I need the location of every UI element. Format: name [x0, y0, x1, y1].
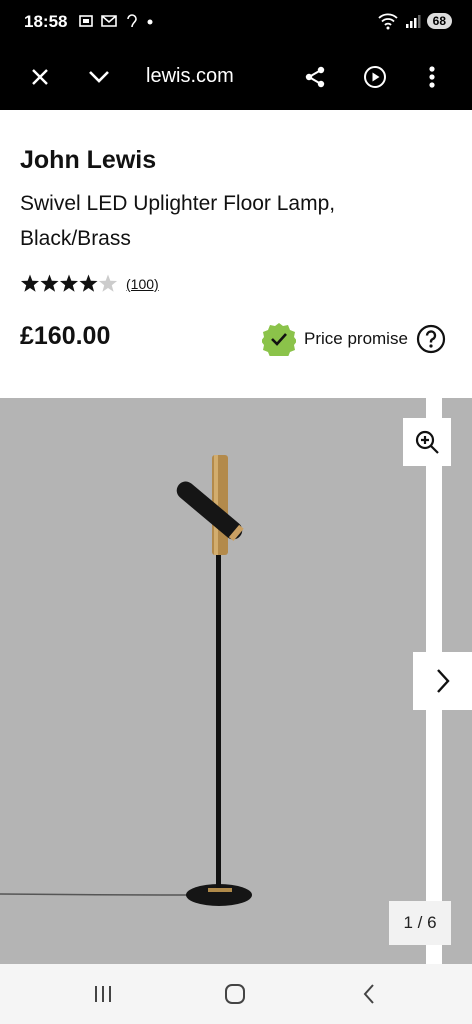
product-price: £160.00: [20, 322, 111, 350]
recent-apps-icon: [95, 986, 111, 1002]
notification-app-icon: [127, 14, 137, 28]
dot-icon: [147, 19, 153, 25]
star-rating-icon: [20, 274, 118, 292]
wifi-icon: [378, 13, 398, 30]
back-icon: [363, 984, 374, 1004]
status-bar: 18:58 68: [0, 0, 472, 44]
screenshot-icon: [79, 15, 93, 27]
product-title: Swivel LED Uplighter Floor Lamp, Black/B…: [20, 192, 336, 250]
zoom-button[interactable]: [403, 418, 451, 466]
product-image-gallery[interactable]: [0, 398, 426, 964]
back-button[interactable]: [354, 982, 384, 1006]
price-promise[interactable]: Price promise: [262, 322, 446, 356]
status-right: 68: [377, 12, 452, 30]
star-filled-icon: [40, 274, 59, 292]
help-icon: [416, 324, 446, 354]
share-button[interactable]: [300, 62, 330, 92]
star-filled-icon: [20, 274, 40, 292]
star-filled-icon: [79, 274, 98, 292]
status-time: 18:58: [24, 12, 68, 31]
chevron-right-icon: [436, 669, 450, 693]
close-icon: [32, 69, 48, 85]
collapse-button[interactable]: [84, 62, 114, 92]
review-count-link[interactable]: (100): [126, 276, 159, 292]
zoom-in-icon: [415, 430, 439, 454]
status-notification-icons: [78, 13, 154, 29]
next-image-button[interactable]: [413, 652, 472, 710]
play-icon: [364, 66, 386, 88]
play-button[interactable]: [360, 62, 390, 92]
more-vertical-icon: [429, 66, 435, 88]
system-nav-bar: [0, 964, 472, 1024]
home-button[interactable]: [220, 982, 250, 1006]
floor-lamp-image: [0, 455, 252, 906]
close-button[interactable]: [25, 62, 55, 92]
signal-icon: [405, 15, 421, 28]
product-brand[interactable]: John Lewis: [20, 146, 156, 175]
star-filled-icon: [59, 274, 79, 292]
gmail-icon: [101, 15, 117, 27]
image-counter: 1 / 6: [389, 901, 451, 945]
more-options-button[interactable]: [417, 62, 447, 92]
star-empty-icon: [98, 274, 118, 292]
recent-apps-button[interactable]: [88, 982, 118, 1006]
home-icon: [225, 984, 245, 1004]
share-icon: [305, 66, 325, 88]
price-promise-label: Price promise: [304, 329, 408, 348]
browser-toolbar: lewis.com: [0, 44, 472, 110]
url-text[interactable]: lewis.com: [146, 65, 234, 88]
battery-indicator: 68: [426, 13, 452, 29]
chevron-down-icon: [89, 71, 109, 83]
product-rating[interactable]: (100): [20, 274, 159, 294]
badge-check-icon: [262, 323, 296, 356]
